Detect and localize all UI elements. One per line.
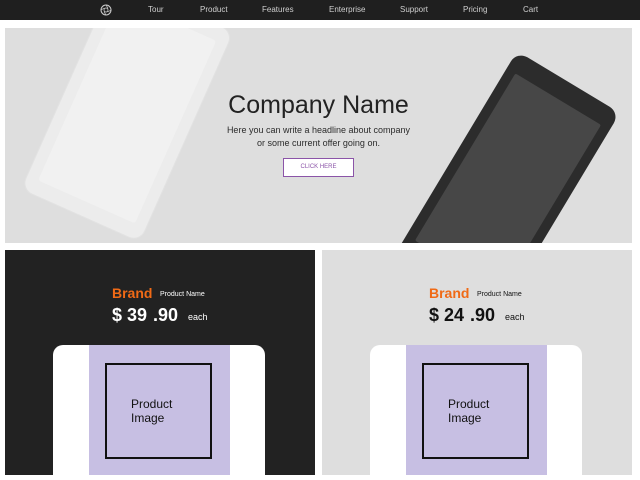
- product-image-label: Product Image: [448, 397, 490, 425]
- hero-headline-line-1: Here you can write a headline about comp…: [226, 125, 411, 135]
- nav-tour[interactable]: Tour: [148, 5, 164, 15]
- brand-label: Brand: [429, 285, 470, 301]
- nav-pricing[interactable]: Pricing: [463, 5, 487, 15]
- product-image-panel: Product Image: [89, 345, 230, 475]
- product-image-label: Product Image: [131, 397, 173, 425]
- nav-enterprise[interactable]: Enterprise: [329, 5, 365, 15]
- price-dollars: 24: [444, 305, 465, 325]
- product-name-label: Product Name: [477, 291, 522, 298]
- product-name-label: Product Name: [160, 291, 205, 298]
- product-card-light[interactable]: Brand Product Name $ 24 .90 each Product…: [322, 250, 632, 475]
- product-image-tile: Product Image: [53, 345, 265, 475]
- company-name-title: Company Name: [228, 91, 409, 119]
- product-image-tile: Product Image: [370, 345, 582, 475]
- hero-headline-line-2: or some current offer going on.: [257, 138, 380, 148]
- price-dollars: 39: [127, 305, 148, 325]
- top-navbar: Tour Product Features Enterprise Support…: [0, 0, 640, 20]
- currency-symbol: $: [112, 305, 123, 325]
- brand-label: Brand: [112, 285, 153, 301]
- product-image-placeholder[interactable]: Product Image: [105, 363, 212, 459]
- nav-features[interactable]: Features: [262, 5, 294, 15]
- price-cents: .90: [153, 305, 179, 325]
- price-unit: each: [505, 312, 525, 322]
- product-image-panel: Product Image: [406, 345, 547, 475]
- nav-cart[interactable]: Cart: [523, 5, 538, 15]
- currency-symbol: $: [429, 305, 440, 325]
- click-here-button[interactable]: CLICK HERE: [283, 158, 354, 177]
- hero-banner: Company Name Here you can write a headli…: [5, 28, 632, 243]
- product-image-placeholder[interactable]: Product Image: [422, 363, 529, 459]
- product-card-dark[interactable]: Brand Product Name $ 39 .90 each Product…: [5, 250, 315, 475]
- price-unit: each: [188, 312, 208, 322]
- nav-support[interactable]: Support: [400, 5, 428, 15]
- aperture-icon[interactable]: [100, 4, 112, 16]
- price-cents: .90: [470, 305, 496, 325]
- nav-product[interactable]: Product: [200, 5, 228, 15]
